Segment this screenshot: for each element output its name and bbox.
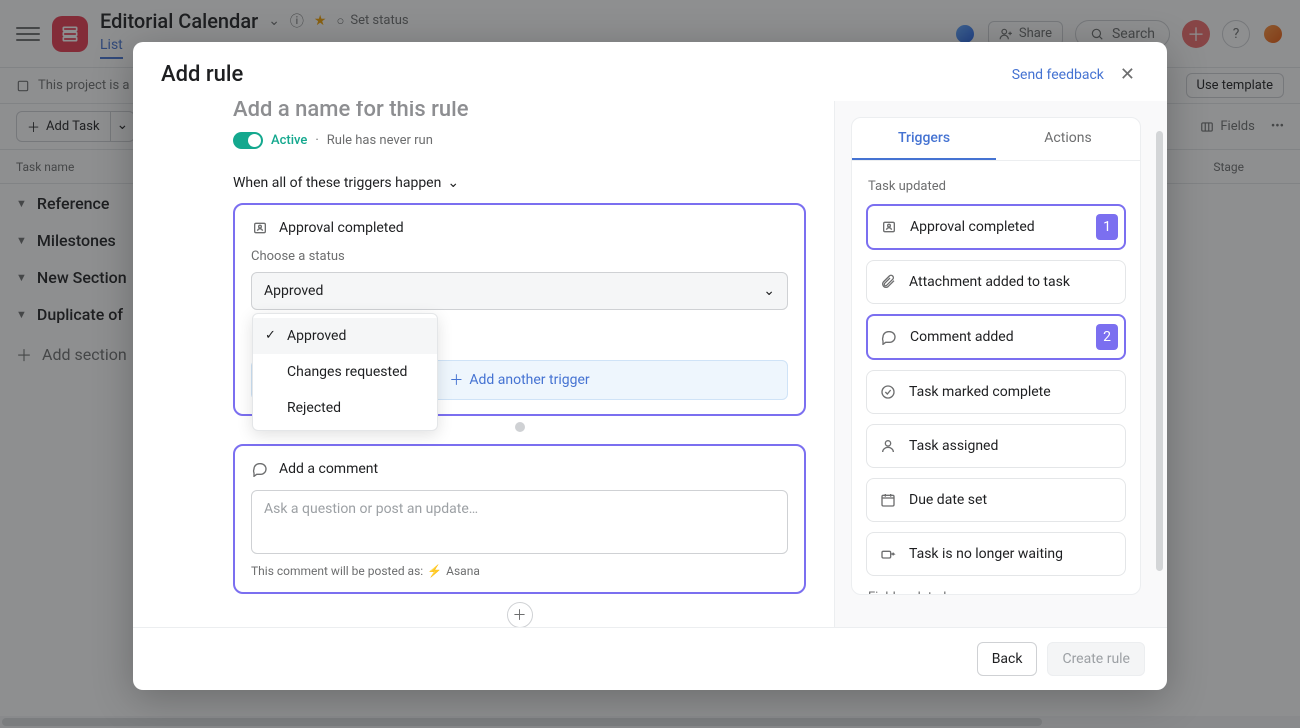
- trigger-card-approval[interactable]: Approval completed Choose a status Appro…: [233, 203, 806, 416]
- order-badge: 2: [1096, 324, 1118, 350]
- action-title: Add a comment: [279, 461, 378, 477]
- modal-title: Add rule: [161, 62, 243, 87]
- trigger-item-duedate[interactable]: Due date set: [866, 478, 1126, 522]
- calendar-icon: [879, 491, 897, 509]
- trigger-item-label: Attachment added to task: [909, 274, 1070, 290]
- trigger-item-label: Task is no longer waiting: [909, 546, 1063, 562]
- panel-scrollbar-thumb[interactable]: [1156, 131, 1163, 571]
- dot: ·: [315, 133, 318, 148]
- posted-as-name: Asana: [446, 564, 480, 578]
- group-task-updated: Task updated: [868, 179, 1124, 194]
- trigger-title: Approval completed: [279, 220, 404, 236]
- approval-icon: [251, 219, 269, 237]
- when-triggers-label[interactable]: When all of these triggers happen ⌄: [233, 175, 806, 191]
- trigger-item-comment[interactable]: Comment added 2: [866, 314, 1126, 360]
- trigger-item-label: Task marked complete: [909, 384, 1051, 400]
- trigger-item-attachment[interactable]: Attachment added to task: [866, 260, 1126, 304]
- active-label: Active: [271, 133, 307, 148]
- chevron-down-icon: ⌄: [763, 283, 775, 299]
- trigger-item-label: Approval completed: [910, 219, 1035, 235]
- tab-triggers[interactable]: Triggers: [852, 118, 996, 160]
- trigger-item-label: Comment added: [910, 329, 1014, 345]
- modal-overlay: Add rule Send feedback ✕ Add a name for …: [0, 0, 1300, 728]
- trigger-item-complete[interactable]: Task marked complete: [866, 370, 1126, 414]
- add-rule-modal: Add rule Send feedback ✕ Add a name for …: [133, 42, 1167, 690]
- status-select[interactable]: Approved ⌄ Approved Changes requested Re…: [251, 272, 788, 310]
- comment-icon: [251, 460, 269, 478]
- user-icon: [879, 437, 897, 455]
- posted-as-prefix: This comment will be posted as:: [251, 564, 423, 578]
- add-trigger-label: Add another trigger: [469, 372, 589, 388]
- group-field-updated: Field updated: [868, 590, 1124, 594]
- when-label: When all of these triggers happen: [233, 175, 441, 191]
- order-badge: 1: [1096, 214, 1118, 240]
- rule-builder: Add a name for this rule Active · Rule h…: [133, 101, 835, 627]
- comment-textarea[interactable]: Ask a question or post an update…: [251, 490, 788, 554]
- status-option-approved[interactable]: Approved: [253, 318, 437, 354]
- send-feedback-link[interactable]: Send feedback: [1012, 67, 1104, 83]
- status-select-value: Approved: [264, 283, 323, 299]
- trigger-item-approval[interactable]: Approval completed 1: [866, 204, 1126, 250]
- status-dropdown: Approved Changes requested Rejected: [252, 313, 438, 431]
- status-option-rejected[interactable]: Rejected: [253, 390, 437, 426]
- waiting-icon: [879, 545, 897, 563]
- connector-icon: [515, 422, 525, 432]
- choose-status-label: Choose a status: [251, 249, 788, 264]
- trigger-item-label: Due date set: [909, 492, 987, 508]
- back-button[interactable]: Back: [977, 642, 1038, 676]
- chevron-down-icon: ⌄: [447, 175, 459, 191]
- create-rule-button[interactable]: Create rule: [1047, 642, 1145, 676]
- never-run-label: Rule has never run: [327, 133, 433, 148]
- status-option-changes[interactable]: Changes requested: [253, 354, 437, 390]
- close-icon[interactable]: ✕: [1116, 60, 1139, 89]
- attachment-icon: [879, 273, 897, 291]
- rule-name-input[interactable]: Add a name for this rule: [233, 101, 806, 122]
- trigger-item-waiting[interactable]: Task is no longer waiting: [866, 532, 1126, 576]
- active-toggle[interactable]: [233, 132, 263, 149]
- plus-icon: ＋: [449, 370, 463, 390]
- tab-actions[interactable]: Actions: [996, 118, 1140, 160]
- approval-icon: [880, 218, 898, 236]
- add-action-button[interactable]: ＋: [507, 602, 533, 627]
- check-circle-icon: [879, 383, 897, 401]
- trigger-item-assigned[interactable]: Task assigned: [866, 424, 1126, 468]
- comment-icon: [880, 328, 898, 346]
- action-card-comment[interactable]: Add a comment Ask a question or post an …: [233, 444, 806, 594]
- triggers-panel: Triggers Actions Task updated Approval c…: [851, 117, 1141, 595]
- bolt-icon: ⚡: [427, 564, 442, 578]
- trigger-item-label: Task assigned: [909, 438, 998, 454]
